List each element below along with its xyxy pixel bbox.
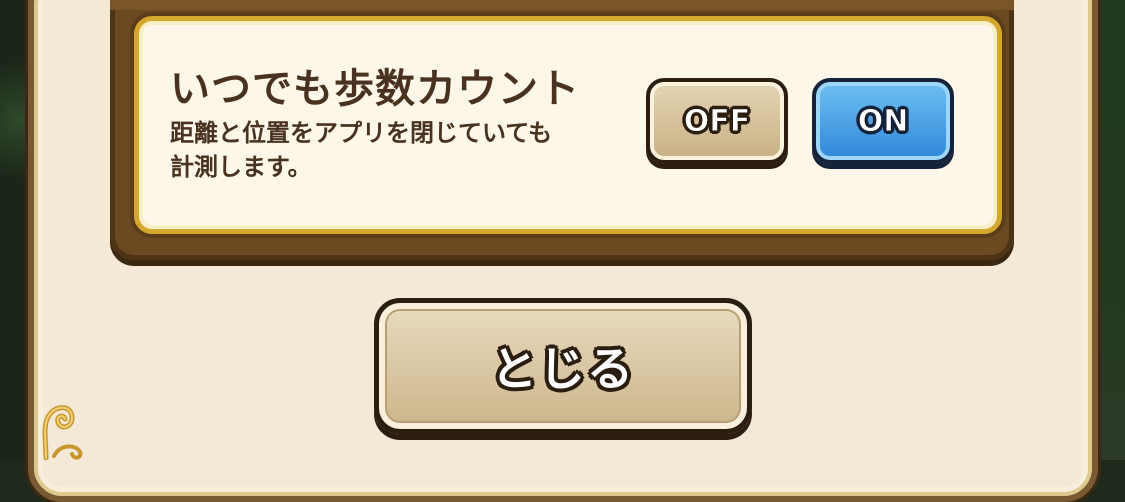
panel-top-strip [110,0,1014,10]
setting-description-line: 計測します。 [170,153,312,181]
setting-title: いつでも歩数カウント [170,66,580,112]
on-button[interactable]: ON [812,78,954,164]
on-button-label: ON [857,103,909,139]
off-button[interactable]: OFF [646,78,788,164]
close-button-label: とじる [491,342,635,396]
scroll-ornament-icon [42,405,83,460]
off-button-label: OFF [683,103,751,139]
close-button[interactable]: とじる [374,298,752,434]
setting-description-line: 距離と位置をアプリを閉じていても [170,119,553,147]
setting-description: 距離と位置をアプリを閉じていても 計測します。 [170,116,630,184]
